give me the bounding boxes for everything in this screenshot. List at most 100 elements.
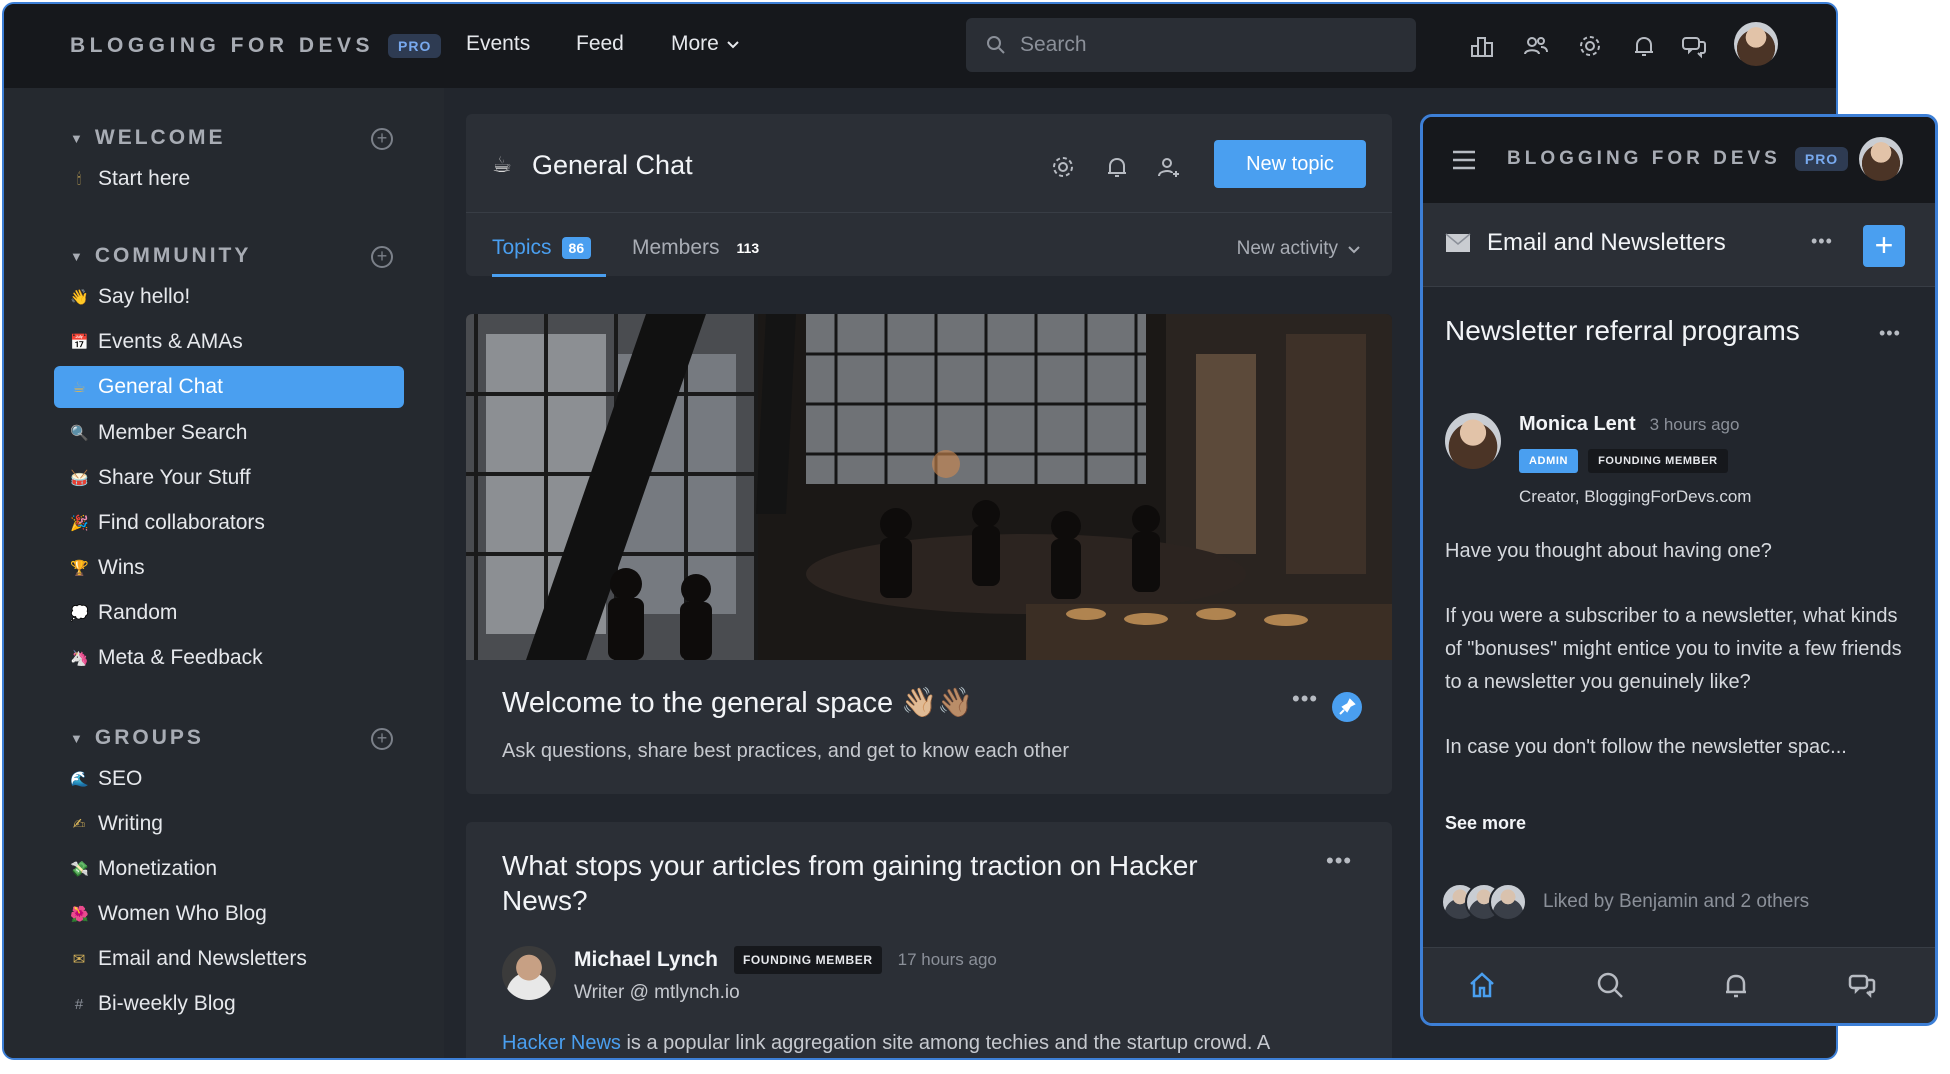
user-avatar[interactable] bbox=[1734, 22, 1778, 66]
add-channel-icon[interactable]: + bbox=[371, 128, 393, 150]
sidebar-item-random[interactable]: 💭 Random bbox=[54, 592, 404, 634]
sidebar-item-bi-weekly-blog[interactable]: # Bi-weekly Blog bbox=[54, 983, 404, 1025]
tab-members[interactable]: Members 113 bbox=[632, 236, 766, 260]
pinned-icon bbox=[1332, 692, 1362, 722]
post-title[interactable]: What stops your articles from gaining tr… bbox=[502, 848, 1282, 918]
sidebar-item-say-hello[interactable]: 👋 Say hello! bbox=[54, 276, 404, 318]
new-post-button[interactable]: + bbox=[1863, 225, 1905, 267]
notifications-icon[interactable] bbox=[1721, 970, 1751, 1000]
sidebar-item-share-your-stuff[interactable]: 🥁 Share Your Stuff bbox=[54, 457, 404, 499]
tab-topics[interactable]: Topics 86 bbox=[492, 236, 592, 260]
add-member-icon[interactable] bbox=[1156, 154, 1182, 180]
sidebar-item-label: Email and Newsletters bbox=[98, 947, 307, 970]
sidebar-item-label: Start here bbox=[98, 167, 191, 190]
channel-title: General Chat bbox=[532, 150, 693, 180]
search-icon[interactable] bbox=[1595, 970, 1625, 1000]
sidebar-item-monetization[interactable]: 💸 Monetization bbox=[54, 848, 404, 890]
hamburger-menu-icon[interactable] bbox=[1451, 149, 1477, 171]
post-title[interactable]: Welcome to the general space 👋🏼👋🏽 bbox=[502, 686, 973, 720]
messages-icon[interactable] bbox=[1847, 970, 1877, 1000]
collapse-triangle-icon: ▼ bbox=[70, 130, 83, 146]
mobile-post-title[interactable]: Newsletter referral programs bbox=[1445, 313, 1845, 349]
sidebar-item-writing[interactable]: ✍ Writing bbox=[54, 803, 404, 845]
channel-settings-icon[interactable] bbox=[1050, 154, 1076, 180]
notifications-icon[interactable] bbox=[1630, 32, 1658, 60]
more-options-icon[interactable]: ••• bbox=[1326, 848, 1352, 874]
sidebar-item-events-amas[interactable]: 📅 Events & AMAs bbox=[54, 321, 404, 363]
author-name[interactable]: Michael Lynch bbox=[574, 948, 718, 972]
author-avatar[interactable] bbox=[1445, 413, 1501, 469]
add-group-icon[interactable]: + bbox=[371, 728, 393, 750]
mobile-author-line: Monica Lent 3 hours ago bbox=[1519, 413, 1739, 436]
search-input[interactable]: Search bbox=[966, 18, 1416, 72]
sidebar-item-label: General Chat bbox=[98, 375, 223, 398]
brand-logo[interactable]: BLOGGING FOR DEVS PRO bbox=[1507, 147, 1849, 171]
sidebar-item-start-here[interactable]: 🕯 Start here bbox=[54, 158, 404, 200]
sidebar-item-member-search[interactable]: 🔍 Member Search bbox=[54, 412, 404, 454]
nav-events[interactable]: Events bbox=[466, 32, 530, 56]
author-name[interactable]: Monica Lent bbox=[1519, 413, 1636, 436]
pro-badge: PRO bbox=[1794, 147, 1849, 171]
section-groups-header[interactable]: ▼ GROUPS bbox=[70, 726, 204, 750]
channel-header: ☕ General Chat New topic Topics 86 Membe… bbox=[466, 114, 1392, 277]
post-more-options-icon[interactable]: ••• bbox=[1879, 323, 1901, 344]
cafe-cover-image bbox=[466, 314, 1392, 660]
user-avatar[interactable] bbox=[1859, 137, 1903, 181]
section-community-header[interactable]: ▼ COMMUNITY bbox=[70, 244, 251, 268]
nav-more[interactable]: More bbox=[671, 32, 741, 56]
sidebar-item-meta-feedback[interactable]: 🦄 Meta & Feedback bbox=[54, 637, 404, 679]
home-icon[interactable] bbox=[1467, 970, 1497, 1000]
add-channel-icon[interactable]: + bbox=[371, 246, 393, 268]
messages-icon[interactable] bbox=[1680, 32, 1708, 60]
post-card-welcome[interactable]: Welcome to the general space 👋🏼👋🏽 Ask qu… bbox=[466, 314, 1392, 794]
liker-avatars bbox=[1441, 883, 1527, 921]
sidebar-item-wins[interactable]: 🏆 Wins bbox=[54, 547, 404, 589]
collapse-triangle-icon: ▼ bbox=[70, 248, 83, 264]
sort-dropdown[interactable]: New activity bbox=[1237, 238, 1362, 260]
sidebar-item-email-newsletters[interactable]: ✉ Email and Newsletters bbox=[54, 938, 404, 980]
search-placeholder: Search bbox=[1020, 33, 1087, 56]
tab-label: Members bbox=[632, 236, 720, 259]
hacker-news-link[interactable]: Hacker News bbox=[502, 1032, 621, 1054]
see-more-link[interactable]: See more bbox=[1445, 813, 1526, 834]
author-avatar[interactable] bbox=[502, 946, 556, 1000]
thought-bubble-icon: 💭 bbox=[70, 605, 89, 622]
sidebar-item-general-chat[interactable]: ☕ General Chat bbox=[54, 366, 404, 408]
coffee-icon: ☕ bbox=[492, 152, 512, 177]
likes-row[interactable]: Liked by Benjamin and 2 others bbox=[1441, 883, 1809, 921]
post-paragraph: In case you don't follow the newsletter … bbox=[1445, 736, 1847, 758]
author-byline: Writer @ mtlynch.io bbox=[574, 982, 740, 1003]
likes-text: Liked by Benjamin and 2 others bbox=[1543, 891, 1810, 912]
sidebar-item-seo[interactable]: 🌊 SEO bbox=[54, 758, 404, 800]
writing-hand-icon: ✍ bbox=[72, 816, 86, 833]
pro-badge: PRO bbox=[388, 34, 442, 58]
trophy-icon: 🏆 bbox=[70, 560, 89, 577]
mobile-channel-header: Email and Newsletters ••• + bbox=[1423, 203, 1935, 287]
sidebar-item-women-who-blog[interactable]: 🌺 Women Who Blog bbox=[54, 893, 404, 935]
sidebar-item-label: Find collaborators bbox=[98, 511, 265, 534]
new-topic-button[interactable]: New topic bbox=[1214, 140, 1366, 188]
leaderboard-icon[interactable] bbox=[1468, 32, 1496, 60]
members-icon[interactable] bbox=[1522, 32, 1550, 60]
sidebar-item-label: Wins bbox=[98, 556, 145, 579]
nav-feed[interactable]: Feed bbox=[576, 32, 624, 56]
search-icon bbox=[987, 36, 1005, 54]
top-bar: BLOGGING FOR DEVS PRO Events Feed More S… bbox=[4, 4, 1836, 88]
brand-logo[interactable]: BLOGGING FOR DEVS PRO bbox=[70, 34, 442, 58]
section-title: COMMUNITY bbox=[94, 244, 252, 267]
calendar-icon: 📅 bbox=[70, 334, 89, 351]
channel-notifications-icon[interactable] bbox=[1104, 154, 1130, 180]
more-options-icon[interactable]: ••• bbox=[1811, 231, 1833, 252]
sidebar-item-label: Meta & Feedback bbox=[98, 646, 263, 669]
tabs-divider bbox=[466, 212, 1392, 213]
members-count-badge: 113 bbox=[736, 240, 760, 256]
settings-icon[interactable] bbox=[1576, 32, 1604, 60]
author-badges: ADMIN FOUNDING MEMBER bbox=[1519, 449, 1728, 473]
mobile-top-bar: BLOGGING FOR DEVS PRO bbox=[1423, 117, 1935, 203]
envelope-icon bbox=[1445, 233, 1471, 252]
post-card-hacker-news[interactable]: What stops your articles from gaining tr… bbox=[466, 822, 1392, 1058]
section-welcome-header[interactable]: ▼ WELCOME bbox=[70, 126, 226, 150]
more-options-icon[interactable]: ••• bbox=[1292, 686, 1318, 712]
sidebar-item-find-collaborators[interactable]: 🎉 Find collaborators bbox=[54, 502, 404, 544]
sidebar-item-label: Share Your Stuff bbox=[98, 466, 251, 489]
